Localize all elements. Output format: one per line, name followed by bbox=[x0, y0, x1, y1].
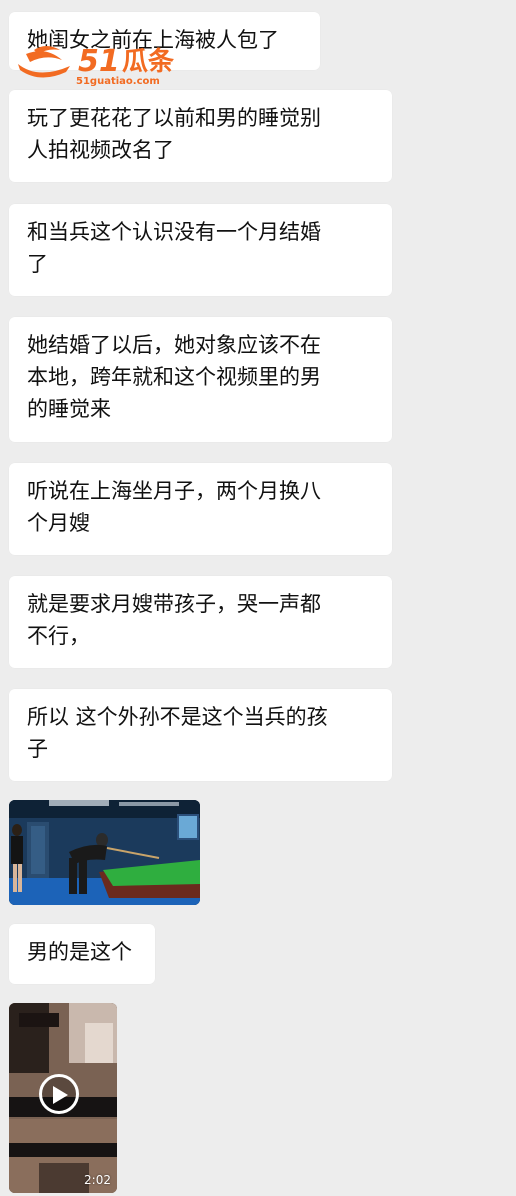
message-bubble[interactable]: 她结婚了以后，她对象应该不在 本地，跨年就和这个视频里的男 的睡觉来 bbox=[9, 317, 392, 442]
message-text-line: 她结婚了以后，她对象应该不在 bbox=[27, 333, 321, 357]
message-text-line: 了 bbox=[27, 252, 48, 276]
message-text: 她闺女之前在上海被人包了 bbox=[27, 28, 279, 52]
message-bubble[interactable]: 就是要求月嫂带孩子，哭一声都 不行， bbox=[9, 576, 392, 668]
message-text-line: 人拍视频改名了 bbox=[27, 138, 174, 162]
message-text-line: 玩了更花花了以前和男的睡觉别 bbox=[27, 106, 321, 130]
message-text-line: 子 bbox=[27, 737, 48, 761]
message-text-line: 的睡觉来 bbox=[27, 397, 111, 421]
message-text-line: 不行， bbox=[27, 624, 90, 648]
message-bubble[interactable]: 听说在上海坐月子，两个月换八 个月嫂 bbox=[9, 463, 392, 555]
message-text-line: 和当兵这个认识没有一个月结婚 bbox=[27, 220, 321, 244]
play-icon bbox=[53, 1086, 68, 1104]
video-duration: 2:02 bbox=[84, 1173, 111, 1187]
message-text-line: 个月嫂 bbox=[27, 511, 90, 535]
message-bubble[interactable]: 和当兵这个认识没有一个月结婚 了 bbox=[9, 204, 392, 296]
watermark-url: 51guatiao.com bbox=[76, 76, 160, 86]
message-text-line: 就是要求月嫂带孩子，哭一声都 bbox=[27, 592, 321, 616]
video-message[interactable]: 2:02 bbox=[9, 1003, 117, 1193]
message-text: 男的是这个 bbox=[27, 940, 132, 964]
play-button[interactable] bbox=[39, 1074, 79, 1114]
message-text-line: 所以 这个外孙不是这个当兵的孩 bbox=[27, 705, 328, 729]
message-bubble[interactable]: 所以 这个外孙不是这个当兵的孩 子 bbox=[9, 689, 392, 781]
message-text-line: 听说在上海坐月子，两个月换八 bbox=[27, 479, 321, 503]
message-text-line: 本地，跨年就和这个视频里的男 bbox=[27, 365, 321, 389]
photo-thumbnail-icon bbox=[9, 800, 200, 905]
message-bubble[interactable]: 男的是这个 bbox=[9, 924, 155, 984]
message-bubble[interactable]: 她闺女之前在上海被人包了 bbox=[9, 12, 320, 70]
message-bubble[interactable]: 玩了更花花了以前和男的睡觉别 人拍视频改名了 bbox=[9, 90, 392, 182]
image-message[interactable] bbox=[9, 800, 200, 905]
